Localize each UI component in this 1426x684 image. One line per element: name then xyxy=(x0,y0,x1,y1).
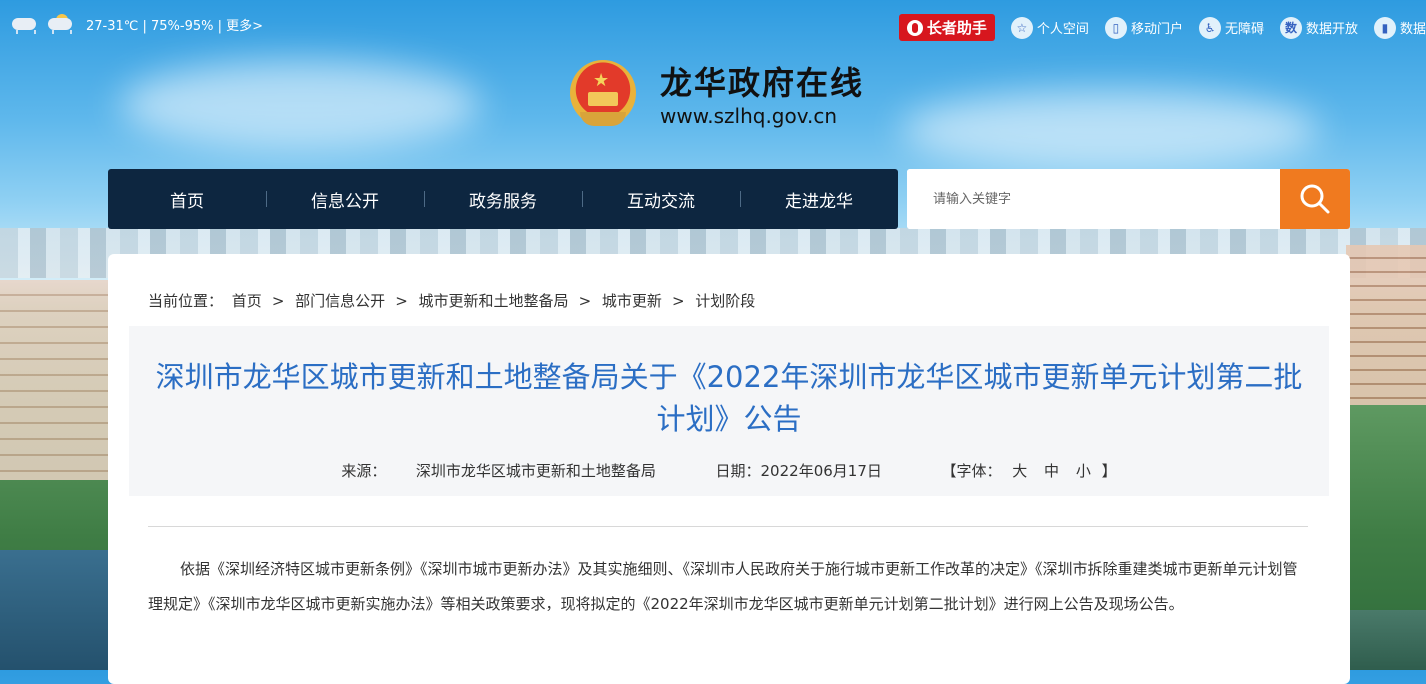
elder-assistant-label: 长者助手 xyxy=(926,19,987,37)
font-size-label: 【字体： xyxy=(941,462,1002,480)
site-url: www.szlhq.gov.cn xyxy=(660,104,838,128)
font-size-small[interactable]: 小 xyxy=(1076,462,1091,480)
tool-label: 移动门户 xyxy=(1130,22,1183,37)
search-input[interactable] xyxy=(907,169,1279,229)
tool-label: 数据开放 xyxy=(1305,22,1358,37)
logo-text: 龙华政府在线 www.szlhq.gov.cn xyxy=(660,63,864,129)
background-buildings-left xyxy=(0,280,110,480)
rain-cloud-icon xyxy=(10,14,38,34)
article-title: 深圳市龙华区城市更新和土地整备局关于《2022年深圳市龙华区城市更新单元计划第二… xyxy=(155,360,1303,436)
top-tools: 长者助手 ☆ 个人空间 ▯ 移动门户 ♿ 无障碍 数 数据开放 ▮ 数据 xyxy=(898,14,1426,41)
weather-text[interactable]: 27-31℃ | 75%-95% | 更多> xyxy=(86,15,263,34)
tool-label: 数据 xyxy=(1399,22,1426,37)
background-cloud xyxy=(120,60,480,150)
top-bar: 27-31℃ | 75%-95% | 更多> 长者助手 ☆ 个人空间 ▯ 移动门… xyxy=(0,10,1426,41)
breadcrumb-item-urban-renewal[interactable]: 城市更新 xyxy=(602,292,662,310)
divider xyxy=(148,526,1308,527)
nav-item-info-disclosure[interactable]: 信息公开 xyxy=(266,187,424,212)
font-size-close: 】 xyxy=(1101,462,1117,480)
sun-cloud-rain-icon xyxy=(46,14,74,34)
tool-label: 个人空间 xyxy=(1036,22,1089,37)
tool-label: 无障碍 xyxy=(1224,22,1264,37)
font-size-large[interactable]: 大 xyxy=(1012,462,1027,480)
date-label: 日期： xyxy=(715,462,761,480)
breadcrumb-item-bureau[interactable]: 城市更新和土地整备局 xyxy=(419,292,569,310)
site-title: 龙华政府在线 xyxy=(660,64,865,102)
main-nav: 首页 信息公开 政务服务 互动交流 走进龙华 xyxy=(108,169,898,229)
mobile-icon: ▯ xyxy=(1104,16,1127,39)
breadcrumb: 当前位置： 首页 > 部门信息公开 > 城市更新和土地整备局 > 城市更新 > 计划阶段 xyxy=(148,290,759,311)
personal-space-link[interactable]: ☆ 个人空间 xyxy=(1010,16,1089,39)
nav-item-about-longhua[interactable]: 走进龙华 xyxy=(740,187,898,212)
breadcrumb-item-plan-stage[interactable]: 计划阶段 xyxy=(695,292,755,310)
article-header: 深圳市龙华区城市更新和土地整备局关于《2022年深圳市龙华区城市更新单元计划第二… xyxy=(129,326,1329,496)
national-emblem-icon: ★ xyxy=(570,60,636,132)
date-value: 2022年06月17日 xyxy=(760,462,882,480)
breadcrumb-separator: > xyxy=(671,292,685,310)
nav-item-interaction[interactable]: 互动交流 xyxy=(582,187,740,212)
data-icon: 数 xyxy=(1279,16,1302,39)
breadcrumb-separator: > xyxy=(271,292,285,310)
accessibility-icon: ♿ xyxy=(1198,16,1221,39)
mobile-portal-link[interactable]: ▯ 移动门户 xyxy=(1104,16,1183,39)
site-logo[interactable]: ★ 龙华政府在线 www.szlhq.gov.cn xyxy=(570,60,864,132)
article-meta: 来源： 深圳市龙华区城市更新和土地整备局 日期：2022年06月17日 【字体：… xyxy=(129,460,1329,481)
search-icon xyxy=(1300,184,1330,214)
open-data-link[interactable]: 数 数据开放 xyxy=(1279,16,1358,39)
background-cloud xyxy=(900,90,1320,170)
background-river-right xyxy=(1346,610,1426,670)
breadcrumb-separator: > xyxy=(578,292,592,310)
breadcrumb-separator: > xyxy=(395,292,408,310)
font-size-medium[interactable]: 中 xyxy=(1044,462,1059,480)
breadcrumb-item-dept-info[interactable]: 部门信息公开 xyxy=(295,292,385,310)
elder-icon xyxy=(906,19,923,36)
article-body: 依据《深圳经济特区城市更新条例》《深圳市城市更新办法》及其实施细则、《深圳市人民… xyxy=(148,560,1298,613)
chart-icon: ▮ xyxy=(1373,16,1396,39)
content-card: 当前位置： 首页 > 部门信息公开 > 城市更新和土地整备局 > 城市更新 > 计划阶段… xyxy=(108,254,1350,684)
nav-item-gov-services[interactable]: 政务服务 xyxy=(424,187,582,212)
nav-item-home[interactable]: 首页 xyxy=(108,187,266,212)
search-button[interactable] xyxy=(1280,169,1350,229)
breadcrumb-item-home[interactable]: 首页 xyxy=(232,292,262,310)
search-box xyxy=(907,169,1350,229)
weather-widget[interactable]: 27-31℃ | 75%-95% | 更多> xyxy=(10,14,263,34)
data-stats-link[interactable]: ▮ 数据 xyxy=(1373,16,1426,39)
background-buildings-right xyxy=(1346,245,1426,405)
star-icon: ☆ xyxy=(1010,16,1033,39)
elder-assistant-button[interactable]: 长者助手 xyxy=(898,14,995,41)
accessibility-link[interactable]: ♿ 无障碍 xyxy=(1198,16,1264,39)
breadcrumb-prefix: 当前位置： xyxy=(148,292,224,310)
source-label: 来源： xyxy=(341,462,387,480)
background-river-left xyxy=(0,550,110,670)
source-value: 深圳市龙华区城市更新和土地整备局 xyxy=(415,462,656,480)
